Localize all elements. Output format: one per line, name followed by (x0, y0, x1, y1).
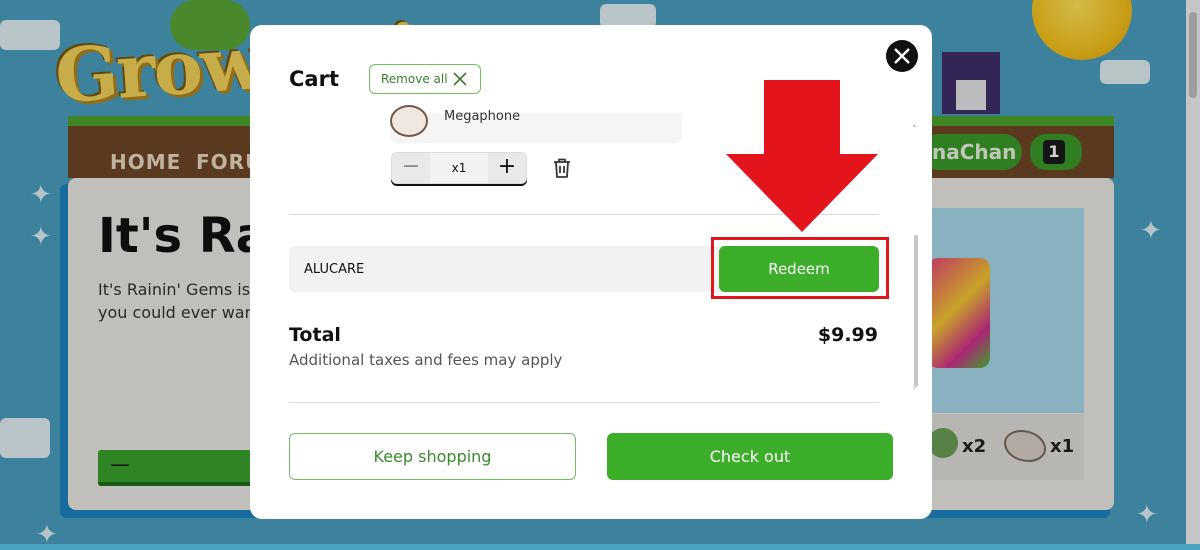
total-price: $9.99 (817, 324, 878, 346)
close-modal-button[interactable] (886, 40, 918, 72)
tax-note: Additional taxes and fees may apply (289, 351, 563, 369)
megaphone-icon (390, 105, 428, 137)
total-label: Total (289, 324, 341, 346)
remove-all-label: Remove all (381, 72, 448, 86)
quantity-value: x1 (430, 153, 488, 183)
close-icon (894, 48, 910, 64)
increase-quantity-button[interactable]: + (488, 153, 526, 183)
trash-icon[interactable] (552, 157, 572, 179)
quantity-stepper[interactable]: − x1 + (391, 152, 527, 184)
checkout-button[interactable]: Check out (607, 433, 893, 480)
decrease-quantity-button[interactable]: − (392, 153, 430, 183)
annotation-highlight-box (711, 237, 889, 299)
close-icon (453, 72, 467, 86)
modal-scrollbar[interactable] (914, 235, 918, 387)
remove-all-button[interactable]: Remove all (369, 64, 481, 94)
cart-title: Cart (289, 67, 339, 91)
cart-item: Megaphone (390, 105, 682, 143)
keep-shopping-button[interactable]: Keep shopping (289, 433, 576, 480)
cart-item-name: Megaphone (444, 109, 521, 124)
divider (289, 402, 879, 403)
scroll-down-icon[interactable]: ˅ (912, 387, 917, 397)
annotation-arrow-down-icon (726, 80, 878, 232)
scroll-up-icon[interactable]: ˄ (912, 125, 917, 135)
